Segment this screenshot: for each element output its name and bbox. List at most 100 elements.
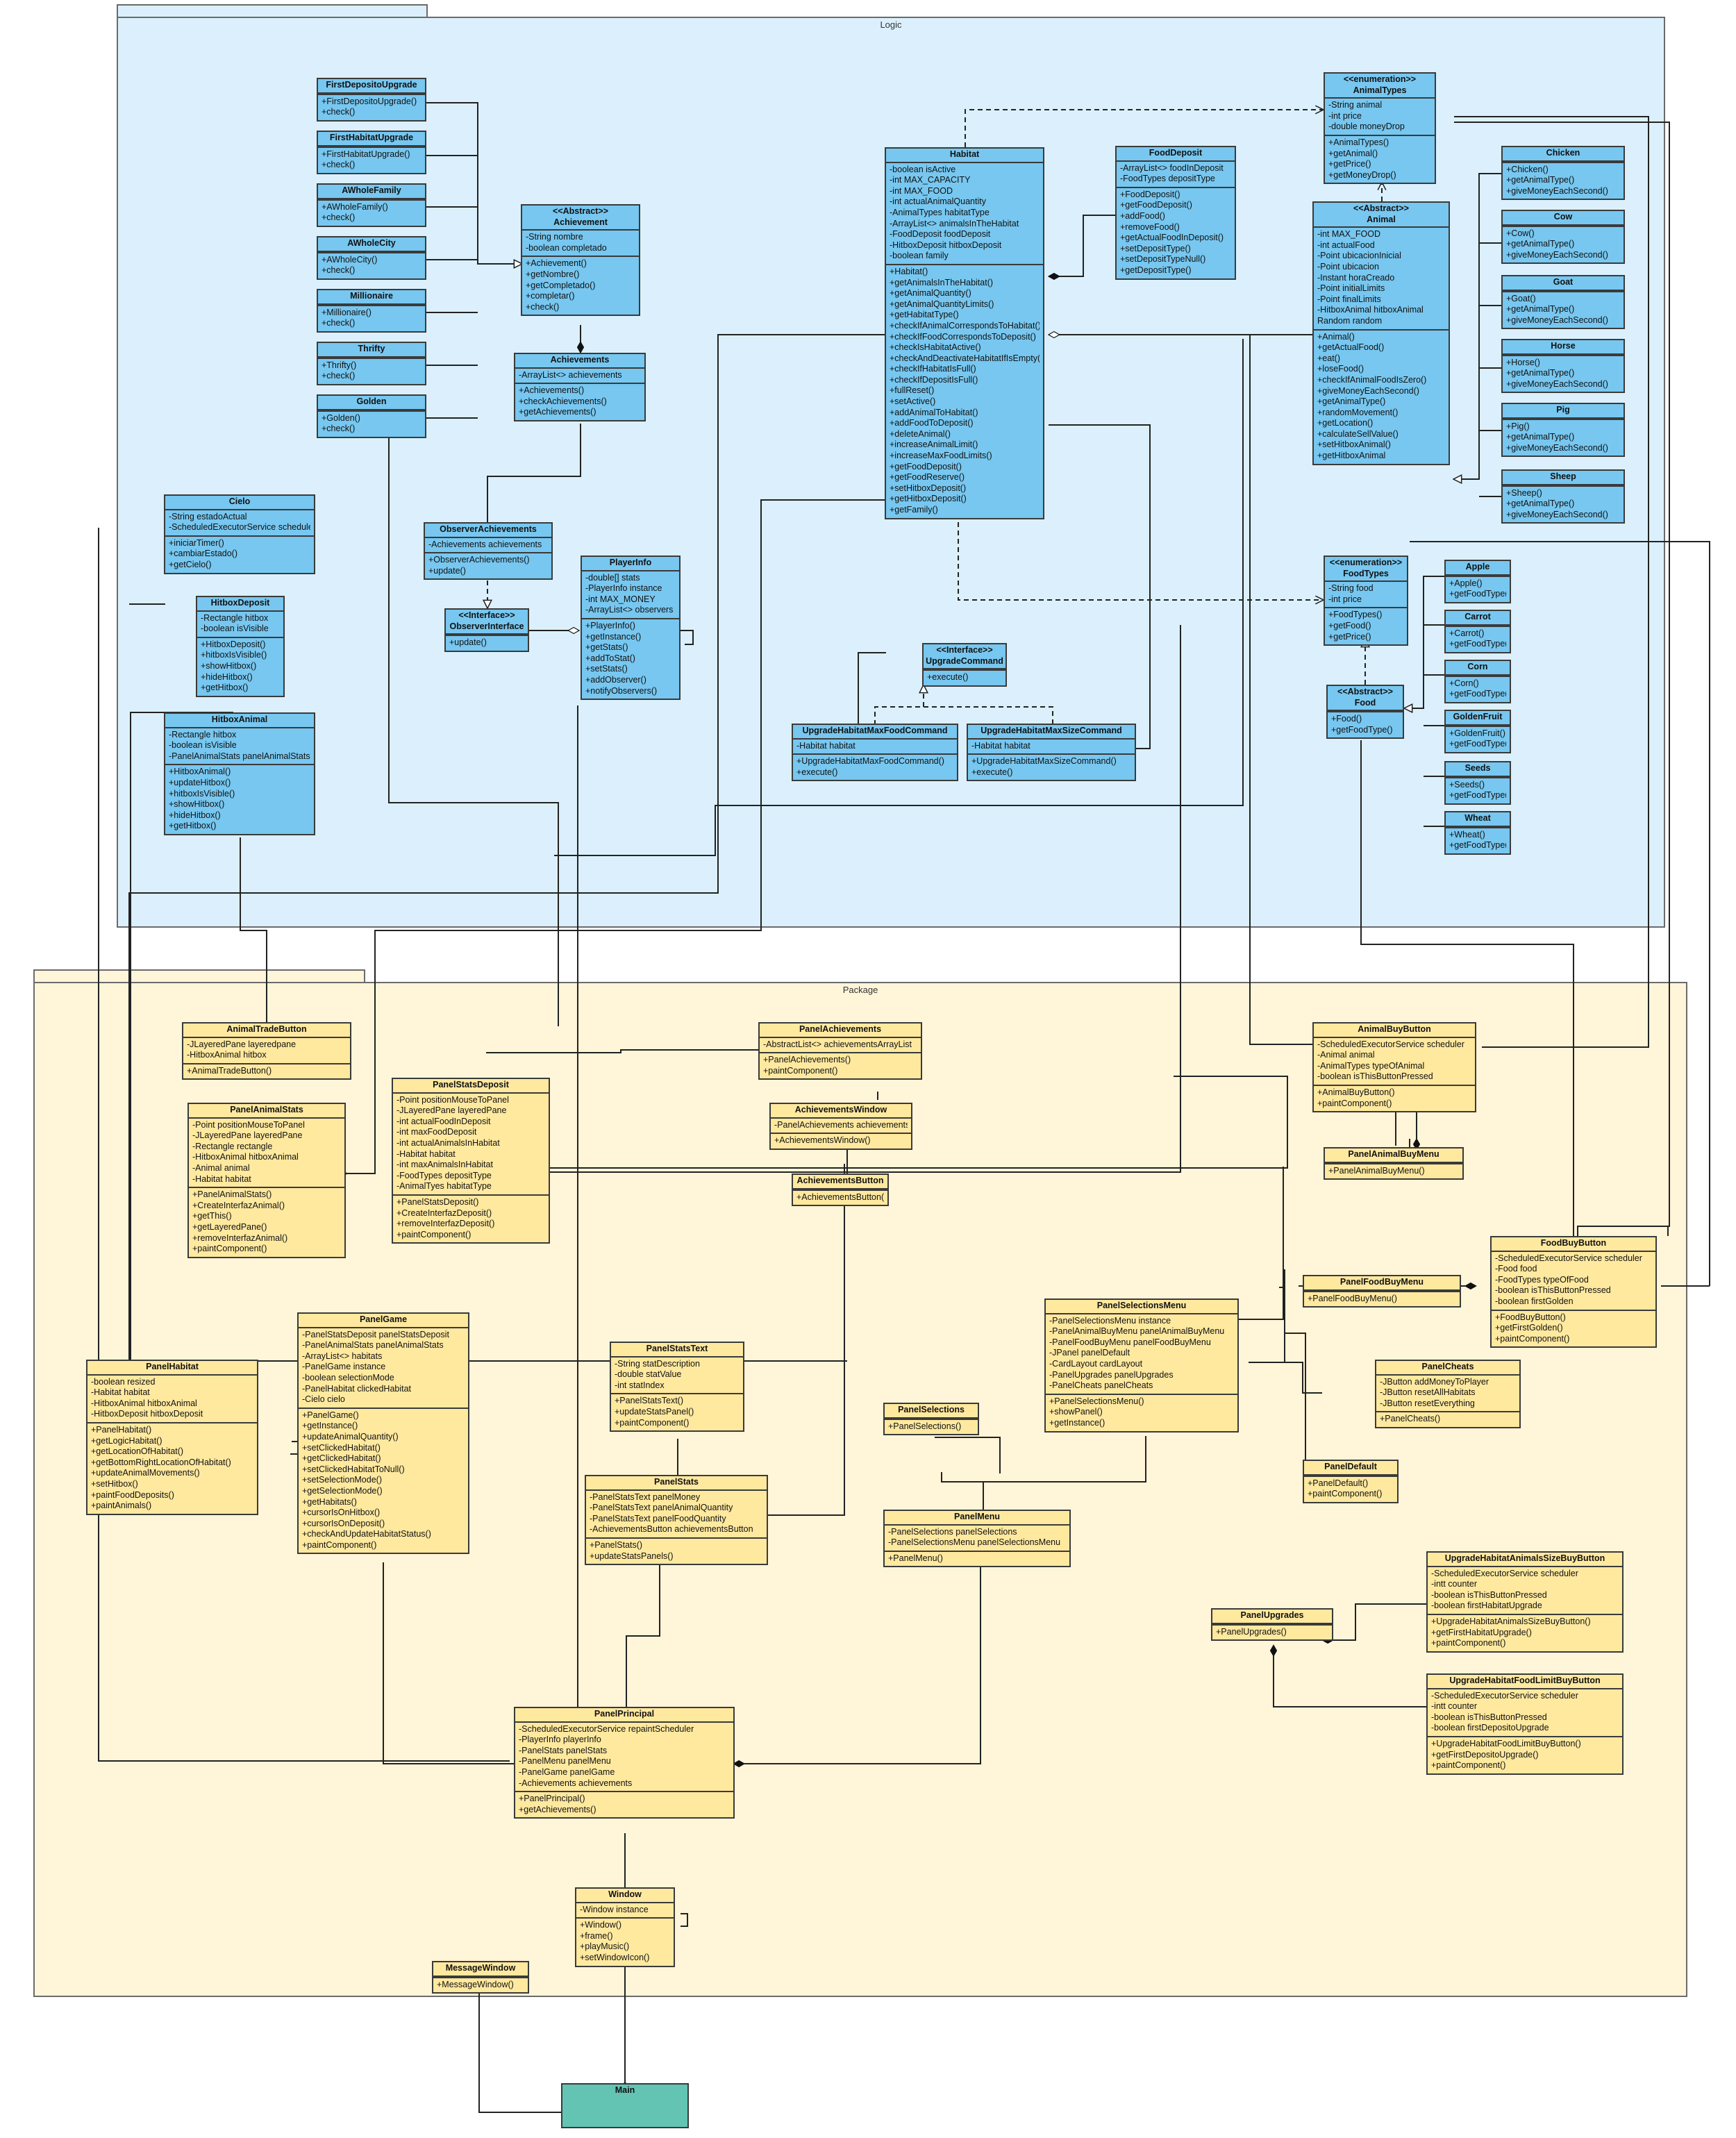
panel-stats-class[interactable]: PanelStats -PanelStatsText panelMoney -Pan… [585, 1475, 768, 1566]
golden-fruit-class[interactable]: GoldenFruit +GoldenFruit() +getFoodType() [1444, 710, 1511, 753]
attribute-section: -int MAX_FOOD -int actualFood -Point ubica… [1314, 226, 1449, 328]
thrifty-class[interactable]: Thrifty +Thrifty() +check() [317, 342, 426, 385]
panel-menu-class[interactable]: PanelMenu -PanelSelections panelSelection… [883, 1510, 1071, 1568]
method: +iniciarTimer() [169, 537, 224, 548]
observer-interface-class[interactable]: <<Interface>> ObserverInterface +update() [444, 608, 529, 652]
chicken-class[interactable]: Chicken +Chicken() +getAnimalType() +giveMo… [1501, 146, 1625, 201]
panel-habitat-class[interactable]: PanelHabitat -boolean resized -Habitat hab… [86, 1360, 258, 1515]
golden-class[interactable]: Golden +Golden() +check() [317, 394, 426, 438]
a-whole-family-class[interactable]: AWholeFamily +AWholeFamily() +check() [317, 183, 426, 227]
method-section: +PanelAnimalBuyMenu() [1325, 1162, 1462, 1179]
animal-types-class[interactable]: <<enumeration>> AnimalTypes -String animal… [1324, 72, 1436, 185]
attribute: -PlayerInfo instance [585, 583, 662, 594]
method-section: +PanelAchievements() +paintComponent() [760, 1052, 921, 1078]
achievements-class[interactable]: Achievements -ArrayList<> achievements +Ac… [514, 353, 646, 421]
message-window-class[interactable]: MessageWindow +MessageWindow() [432, 1961, 529, 1994]
millionaire-class[interactable]: Millionaire +Millionaire() +check() [317, 289, 426, 333]
panel-upgrades-class[interactable]: PanelUpgrades +PanelUpgrades() [1211, 1608, 1333, 1642]
method-section: +Window() +frame() +playMusic() +setWindowI… [576, 1917, 674, 1965]
upgrade-max-food-command-class[interactable]: UpgradeHabitatMaxFoodCommand -Habitat hab… [792, 724, 958, 782]
method: +getAnimalType() [1506, 432, 1575, 442]
apple-class[interactable]: Apple +Apple() +getFoodType() [1444, 560, 1511, 603]
class-title: PanelSelections [898, 1405, 965, 1414]
panel-selections-menu-class[interactable]: PanelSelectionsMenu -PanelSelectionsMenu … [1044, 1298, 1239, 1433]
panel-principal-class[interactable]: PanelPrincipal -ScheduledExecutorService … [514, 1707, 735, 1819]
seeds-class[interactable]: Seeds +Seeds() +getFoodType() [1444, 761, 1511, 805]
class-title: AchievementsButton [796, 1176, 884, 1185]
panel-food-buy-menu-class[interactable]: PanelFoodBuyMenu +PanelFoodBuyMenu() [1303, 1275, 1461, 1308]
upgrade-command-class[interactable]: <<Interface>> UpgradeCommand +execute() [922, 643, 1007, 687]
method-section: +Goat() +getAnimalType() +giveMoneyEachSec… [1503, 290, 1624, 328]
food-buy-button-class[interactable]: FoodBuyButton -ScheduledExecutorService s… [1490, 1236, 1657, 1348]
method: +Golden() [322, 412, 360, 423]
panel-default-class[interactable]: PanelDefault +PanelDefault() +paintCompone… [1303, 1460, 1399, 1503]
panel-animal-stats-class[interactable]: PanelAnimalStats -Point positionMouseToPa… [187, 1103, 346, 1258]
food-types-class[interactable]: <<enumeration>> FoodTypes -String food -int… [1324, 556, 1408, 646]
achievement-class[interactable]: <<Abstract>> Achievement -String nombre -bo… [521, 204, 640, 317]
class-title: FirstHabitatUpgrade [329, 133, 414, 142]
corn-class[interactable]: Corn +Corn() +getFoodType() [1444, 660, 1511, 703]
attribute: -boolean resized [91, 1376, 156, 1387]
method: +hideHitbox() [169, 810, 221, 820]
upgrade-animals-size-buy-button-class[interactable]: UpgradeHabitatAnimalsSizeBuyButton -Sched… [1426, 1551, 1624, 1653]
goat-class[interactable]: Goat +Goat() +getAnimalType() +giveMoneyEac… [1501, 275, 1625, 330]
food-deposit-class[interactable]: FoodDeposit -ArrayList<> foodInDeposit -Fo… [1115, 146, 1236, 280]
animal-buy-button-class[interactable]: AnimalBuyButton -ScheduledExecutorService… [1312, 1022, 1476, 1113]
pig-class[interactable]: Pig +Pig() +getAnimalType() +giveMoneyEachS… [1501, 403, 1625, 458]
first-deposito-upgrade-class[interactable]: FirstDepositoUpgrade +FirstDepositoUpgrad… [317, 78, 426, 122]
method: +PlayerInfo() [585, 620, 635, 630]
method-section: +AnimalTradeButton() [183, 1062, 350, 1079]
wheat-class[interactable]: Wheat +Wheat() +getFoodType() [1444, 811, 1511, 855]
cow-class[interactable]: Cow +Cow() +getAnimalType() +giveMoneyEachS… [1501, 210, 1625, 265]
attribute-section: -Point positionMouseToPanel -JLayeredPane… [189, 1117, 344, 1187]
method: +paintComponent() [1308, 1489, 1383, 1499]
upgrade-food-limit-buy-button-class[interactable]: UpgradeHabitatFoodLimitBuyButton -Schedul… [1426, 1673, 1624, 1775]
method: +Window() [580, 1920, 622, 1930]
class-name: PanelSelections [885, 1404, 978, 1417]
method-section: +GoldenFruit() +getFoodType() [1446, 725, 1510, 752]
achievements-window-class[interactable]: AchievementsWindow -PanelAchievements ach… [769, 1103, 912, 1150]
method: +getDepositType() [1120, 265, 1192, 275]
class-name: <<Abstract>> Animal [1314, 203, 1449, 226]
panel-selections-class[interactable]: PanelSelections +PanelSelections() [883, 1403, 979, 1436]
cielo-class[interactable]: Cielo -String estadoActual -ScheduledExecu… [164, 494, 315, 574]
horse-class[interactable]: Horse +Horse() +getAnimalType() +giveMoneyE… [1501, 339, 1625, 394]
habitat-class[interactable]: Habitat -boolean isActive -int MAX_CAPACIT… [885, 147, 1044, 519]
attribute-section: -Rectangle hitbox -boolean isVisible [197, 610, 283, 637]
class-title: PanelAnimalStats [230, 1105, 303, 1114]
panel-stats-deposit-class[interactable]: PanelStatsDeposit -Point positionMouseToP… [392, 1078, 550, 1244]
upgrade-max-size-command-class[interactable]: UpgradeHabitatMaxSizeCommand -Habitat hab… [967, 724, 1136, 782]
attribute: -Animal animal [1317, 1050, 1375, 1060]
panel-stats-text-class[interactable]: PanelStatsText -String statDescription -do… [610, 1342, 744, 1433]
hitbox-deposit-class[interactable]: HitboxDeposit -Rectangle hitbox -boolean i… [196, 596, 285, 697]
achievements-button-class[interactable]: AchievementsButton +AchievementsButton() [792, 1174, 889, 1207]
class-title: PanelStatsDeposit [433, 1080, 509, 1089]
animal-class[interactable]: <<Abstract>> Animal -int MAX_FOOD -int actu… [1312, 201, 1450, 465]
attribute: -Habitat habitat [91, 1387, 150, 1398]
class-title: Wheat [1464, 813, 1491, 823]
method: +getPrice() [1328, 159, 1371, 169]
main-class[interactable]: Main [561, 2083, 689, 2128]
attribute: -PanelAnimalBuyMenu panelAnimalBuyMenu [1049, 1326, 1225, 1337]
panel-achievements-class[interactable]: PanelAchievements -AbstractList<> achieve… [758, 1022, 922, 1080]
carrot-class[interactable]: Carrot +Carrot() +getFoodType() [1444, 610, 1511, 653]
method: +AWholeCity() [322, 254, 378, 265]
a-whole-city-class[interactable]: AWholeCity +AWholeCity() +check() [317, 236, 426, 280]
food-class[interactable]: <<Abstract>> Food +Food() +getFoodType() [1326, 685, 1404, 740]
method: +setDepositType() [1120, 243, 1191, 253]
animal-trade-button-class[interactable]: AnimalTradeButton -JLayeredPane layeredpa… [182, 1022, 351, 1080]
observer-achievements-class[interactable]: ObserverAchievements -Achievements achiev… [424, 522, 553, 581]
window-class[interactable]: Window -Window instance +Window() +frame() +… [575, 1887, 675, 1967]
hitbox-animal-class[interactable]: HitboxAnimal -Rectangle hitbox -boolean is… [164, 712, 315, 835]
panel-animal-buy-menu-class[interactable]: PanelAnimalBuyMenu +PanelAnimalBuyMenu() [1324, 1147, 1464, 1180]
panel-cheats-class[interactable]: PanelCheats -JButton addMoneyToPlayer -JBu… [1375, 1360, 1521, 1428]
attribute: -int maxAnimalsInHabitat [397, 1160, 493, 1170]
attribute-section: -ScheduledExecutorService scheduler -Anim… [1314, 1036, 1475, 1085]
method: +Millionaire() [322, 307, 372, 317]
class-name: PanelPrincipal [515, 1708, 733, 1721]
player-info-class[interactable]: PlayerInfo -double[] stats -PlayerInfo ins… [581, 556, 681, 701]
panel-game-class[interactable]: PanelGame -PanelStatsDeposit panelStatsDe… [297, 1312, 469, 1555]
first-habitat-upgrade-class[interactable]: FirstHabitatUpgrade +FirstHabitatUpgrade(… [317, 131, 426, 174]
sheep-class[interactable]: Sheep +Sheep() +getAnimalType() +giveMoneyE… [1501, 469, 1625, 524]
class-title: FoodTypes [1343, 568, 1389, 578]
